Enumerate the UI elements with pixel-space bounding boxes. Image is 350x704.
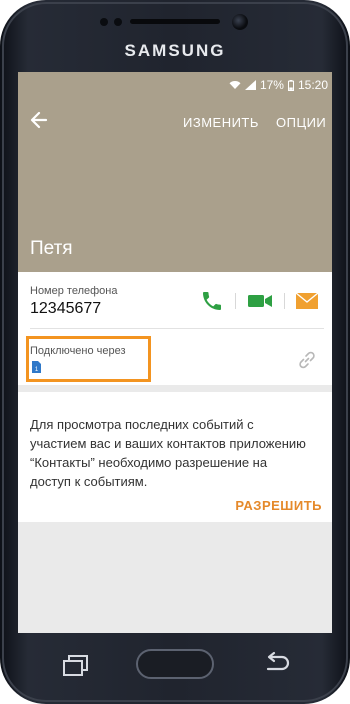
action-separator <box>284 293 285 309</box>
options-button[interactable]: ОПЦИИ <box>276 115 326 130</box>
front-camera <box>232 14 248 30</box>
video-call-icon[interactable] <box>247 290 273 312</box>
earpiece-speaker <box>130 19 220 24</box>
battery-icon <box>287 79 294 91</box>
contact-details-card: Номер телефона 12345677 Подключено через… <box>18 272 332 385</box>
contact-name: Петя <box>30 238 73 259</box>
clock: 15:20 <box>297 78 328 92</box>
home-button[interactable] <box>136 649 214 679</box>
phone-number-label: Номер телефона <box>30 285 118 297</box>
action-separator <box>235 293 236 309</box>
recent-apps-icon[interactable] <box>60 652 92 678</box>
status-bar: 17% 15:20 <box>18 72 332 98</box>
allow-button[interactable]: РАЗРЕШИТЬ <box>235 498 322 513</box>
contact-header: ИЗМЕНИТЬ ОПЦИИ Петя <box>18 98 332 272</box>
permission-card: Для просмотра последних событий с участи… <box>18 392 332 522</box>
back-arrow-icon[interactable] <box>28 109 50 131</box>
back-key-icon[interactable] <box>262 651 292 675</box>
edit-button[interactable]: ИЗМЕНИТЬ <box>183 115 259 130</box>
highlight-box <box>26 336 151 382</box>
permission-message: Для просмотра последних событий с участи… <box>30 417 306 489</box>
row-divider <box>30 328 324 329</box>
proximity-sensor <box>100 18 108 26</box>
wifi-icon <box>229 81 241 89</box>
brand-logo: SAMSUNG <box>124 41 226 60</box>
link-icon[interactable] <box>297 350 317 370</box>
light-sensor <box>114 18 122 26</box>
message-icon[interactable] <box>295 291 319 311</box>
signal-icon <box>244 80 256 90</box>
phone-body: SAMSUNG 17% 15:20 ИЗМЕНИТЬ ОПЦИИ Петя Но… <box>0 0 350 704</box>
battery-percent: 17% <box>259 78 284 92</box>
screen: 17% 15:20 ИЗМЕНИТЬ ОПЦИИ Петя Номер теле… <box>18 72 332 633</box>
phone-number-value[interactable]: 12345677 <box>30 300 101 318</box>
phone-call-icon[interactable] <box>200 289 224 313</box>
